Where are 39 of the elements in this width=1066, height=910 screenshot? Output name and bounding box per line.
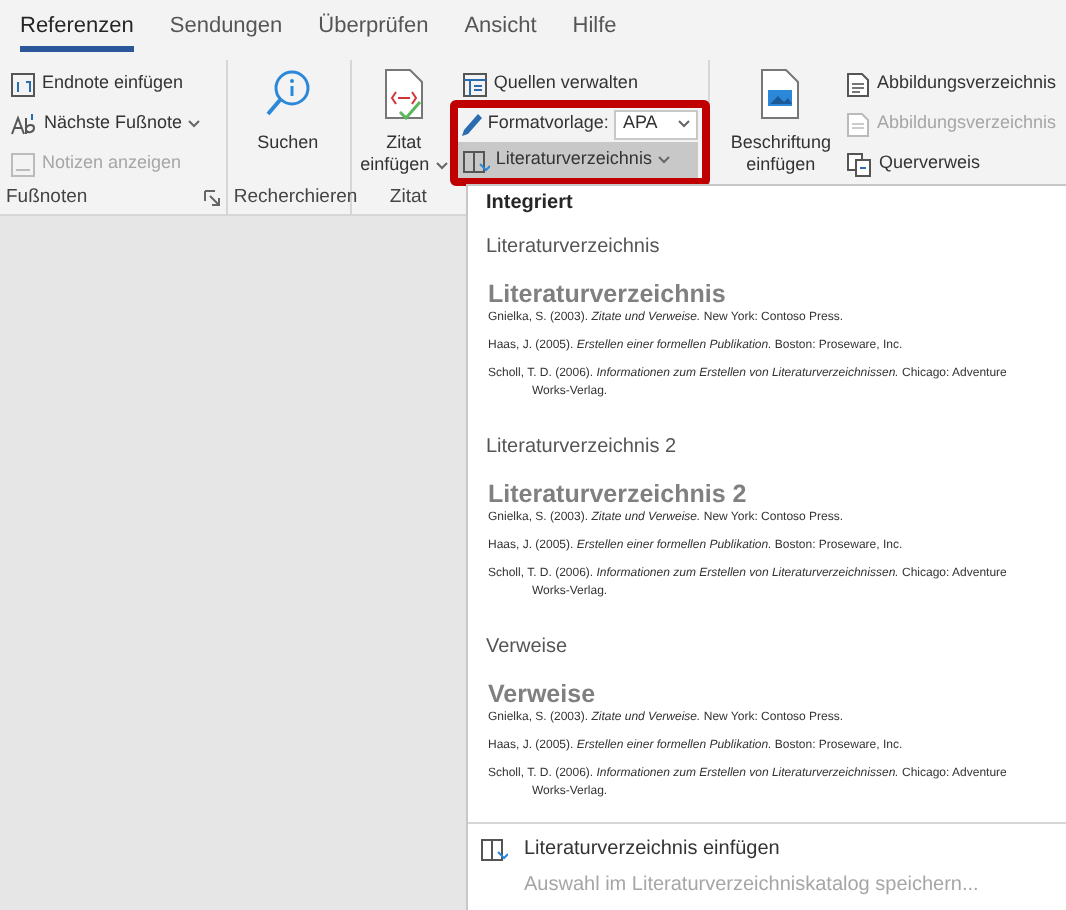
endnote-icon [10, 71, 36, 97]
gallery-label: Literaturverzeichnis [486, 233, 662, 260]
ribbon-button[interactable]: Quellen verwalten [457, 66, 703, 102]
brush-icon [457, 111, 484, 137]
menu-item[interactable]: Literaturverzeichnis einfügen [468, 831, 1066, 868]
ribbon-button[interactable]: Suchen [233, 66, 342, 154]
book-icon [461, 147, 490, 173]
dialog-launcher-icon[interactable] [203, 190, 220, 206]
ribbon-button[interactable]: Beschriftung einfügen [726, 66, 835, 176]
footnote-icon [10, 111, 38, 137]
group-label: Zitat [389, 183, 427, 212]
gallery-label: Verweise [486, 633, 570, 660]
group-label: Recherchieren [233, 183, 358, 212]
ribbon-tab[interactable]: Hilfe [572, 9, 617, 52]
combo-label: Formatvorlage: [487, 110, 609, 137]
cross-reference-icon [846, 151, 873, 177]
caret-icon [678, 120, 691, 128]
gallery-label: Literaturverzeichnis 2 [486, 433, 679, 460]
ribbon-button[interactable]: Querverweis [842, 146, 1060, 182]
ribbon-button[interactable]: Literaturverzeichnis [457, 142, 699, 178]
ribbon-button[interactable]: Zitat einfügen [357, 66, 450, 176]
ribbon-button[interactable]: Nächste Fußnote [6, 106, 205, 142]
ribbon-tab[interactable]: Überprüfen [318, 9, 429, 52]
menu-heading: Integriert [484, 190, 575, 219]
group-label: Fußnoten [6, 183, 88, 212]
ribbon-button[interactable]: Endnote einfügen [6, 66, 205, 102]
sources-icon [461, 71, 488, 97]
document-icon [379, 68, 428, 120]
document-icon [846, 71, 871, 97]
picture-document-icon [756, 68, 805, 120]
style-dropdown[interactable]: APA [614, 109, 699, 139]
ribbon-tab[interactable]: Ansicht [464, 9, 537, 52]
ribbon-tab[interactable]: Referenzen [20, 9, 134, 52]
ribbon-tab[interactable]: Sendungen [169, 9, 283, 52]
document-icon [846, 111, 871, 137]
ribbon-button[interactable]: Abbildungsverzeichnis [842, 66, 1060, 102]
book-icon [480, 836, 508, 863]
notes-icon [10, 151, 36, 177]
search-icon [261, 68, 314, 120]
